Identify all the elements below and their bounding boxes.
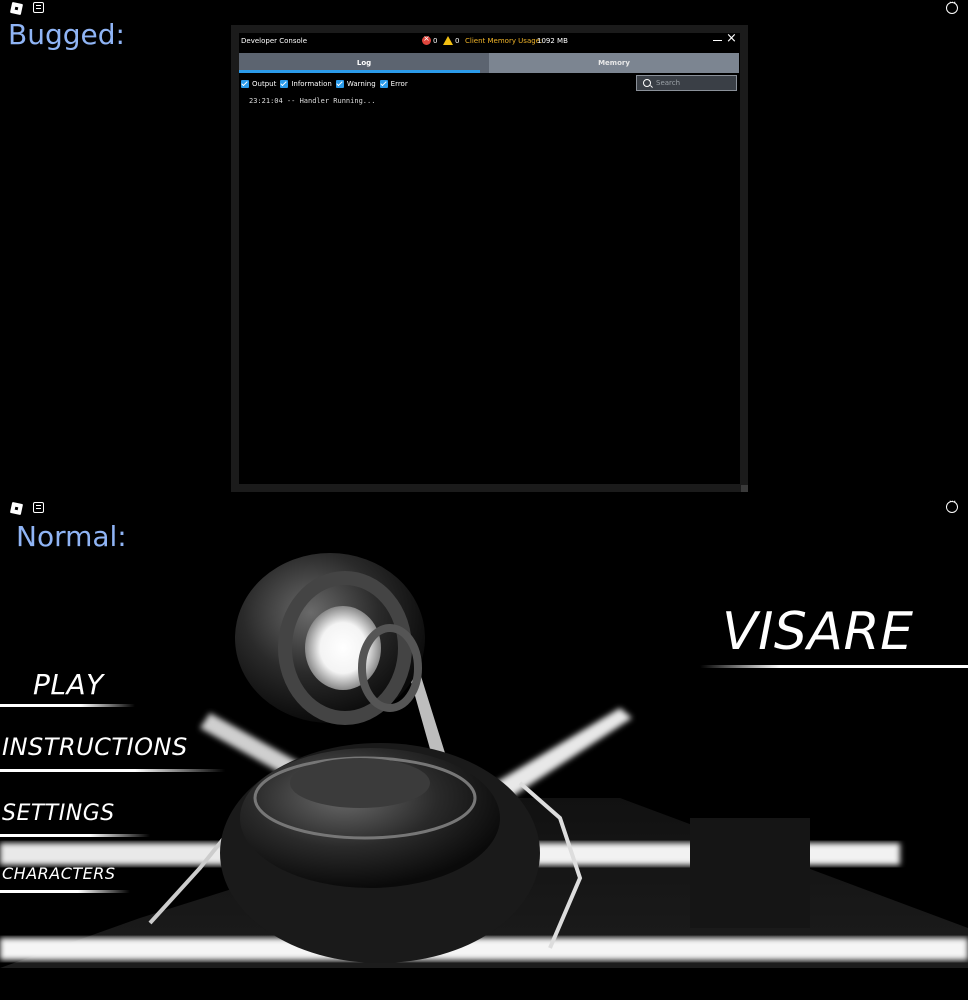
minimize-icon[interactable] — [713, 40, 722, 41]
filter-warning[interactable]: Warning — [335, 80, 376, 88]
menu-instructions-label: INSTRUCTIONS — [2, 733, 188, 761]
memory-usage-value: 1092 MB — [537, 37, 568, 45]
title-underline — [700, 665, 968, 668]
log-line: 23:21:04 -- Handler Running... — [249, 97, 376, 105]
tab-memory-label: Memory — [598, 59, 630, 67]
game-title: VISARE — [722, 602, 914, 662]
menu-settings-underline — [0, 834, 150, 837]
checkbox-icon[interactable] — [335, 80, 344, 88]
menu-characters-underline — [0, 890, 130, 893]
roblox-logo-icon[interactable] — [9, 501, 24, 516]
normal-caption: Normal: — [16, 520, 127, 553]
checkbox-icon[interactable] — [241, 80, 249, 88]
filter-error-label: Error — [390, 80, 408, 88]
error-icon — [422, 34, 431, 45]
more-icon[interactable] — [946, 0, 958, 14]
roblox-logo-icon[interactable] — [9, 1, 24, 16]
active-tab-indicator — [239, 70, 480, 73]
search-input[interactable]: Search — [636, 75, 737, 91]
warning-count: 0 — [455, 37, 460, 45]
filter-output-label: Output — [252, 80, 277, 88]
chat-icon[interactable] — [33, 502, 44, 513]
menu-settings-label: SETTINGS — [2, 801, 115, 826]
tab-memory[interactable]: Memory — [489, 53, 739, 73]
tab-log[interactable]: Log — [239, 53, 489, 73]
search-placeholder: Search — [656, 79, 681, 87]
checkbox-icon[interactable] — [280, 80, 289, 88]
more-icon[interactable] — [946, 498, 958, 513]
memory-usage-label: Client Memory Usage: — [465, 37, 543, 45]
bugged-caption: Bugged: — [8, 18, 125, 51]
developer-console: Developer Console 0 0 Client Memory Usag… — [231, 25, 748, 492]
menu-play-label: PLAY — [33, 668, 104, 701]
tab-log-label: Log — [356, 59, 372, 67]
resize-handle[interactable] — [741, 485, 748, 492]
log-filters: Output Information Warning Error — [241, 80, 412, 88]
filter-output[interactable]: Output — [241, 80, 276, 88]
filter-warning-label: Warning — [346, 80, 376, 88]
filter-error[interactable]: Error — [379, 80, 408, 88]
error-count: 0 — [433, 37, 438, 45]
filter-information[interactable]: Information — [280, 80, 332, 88]
menu-instructions-underline — [0, 769, 225, 772]
search-icon — [643, 79, 651, 87]
checkbox-icon[interactable] — [379, 80, 388, 88]
console-title: Developer Console — [241, 37, 308, 45]
filter-information-label: Information — [291, 80, 332, 88]
game-scene: Normal: VISARE PLAY INSTRUCTIONS SETTING… — [0, 498, 968, 1000]
menu-play-underline — [0, 704, 135, 707]
console-tabs: Log Memory — [239, 53, 739, 73]
chat-icon[interactable] — [33, 2, 44, 13]
menu-characters-label: CHARACTERS — [2, 864, 116, 883]
warning-icon — [443, 36, 453, 45]
close-icon[interactable]: × — [726, 32, 737, 45]
